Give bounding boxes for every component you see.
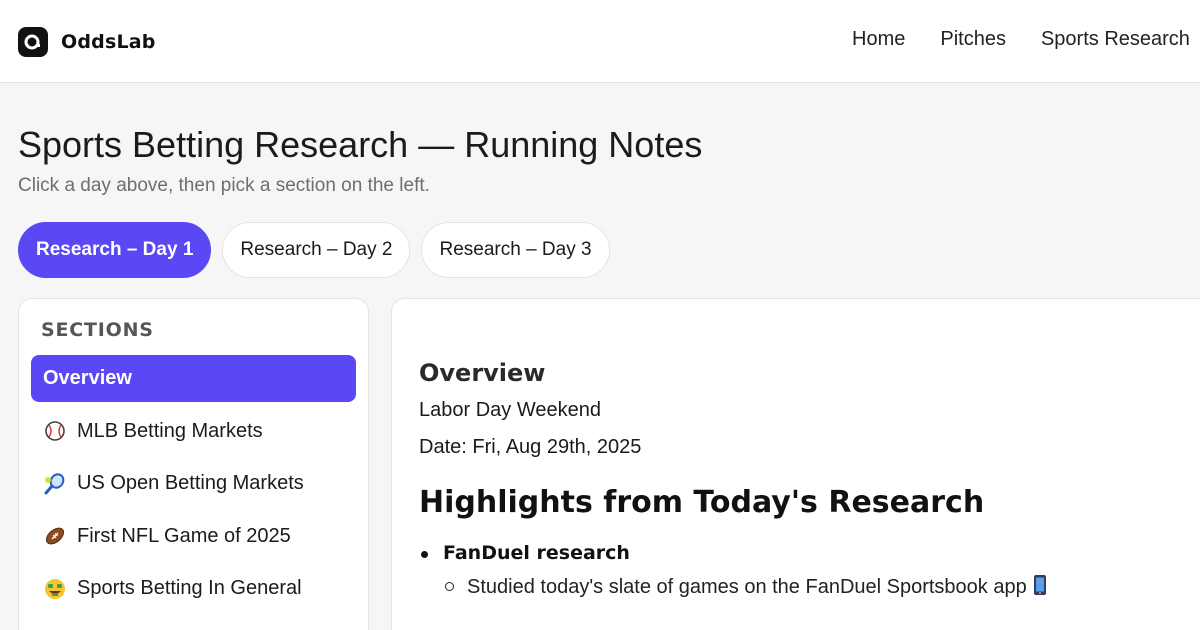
content-panel: Overview Labor Day Weekend Date: Fri, Au… [391,298,1200,630]
baseball-icon [43,419,67,443]
page-subtitle: Click a day above, then pick a section o… [18,175,430,196]
tab-research-day-3[interactable]: Research – Day 3 [421,222,610,278]
nav-link-sports-research[interactable]: Sports Research [1041,28,1190,51]
highlights-heading: Highlights from Today's Research [419,485,985,520]
sub-bullet-text: Studied today's slate of games on the Fa… [467,576,1027,598]
bullet-label: FanDuel research [443,542,630,564]
brand-name: OddsLab [61,31,156,53]
sidebar-item-mlb-betting-markets[interactable]: MLB Betting Markets [31,408,356,455]
sections-sidebar: SECTIONS Overview MLB Betting Markets US… [18,298,369,630]
sidebar-item-label: Sports Betting In General [77,577,302,599]
football-icon [43,524,67,548]
sub-list: Studied today's slate of games on the Fa… [443,574,1200,602]
sidebar-item-label: MLB Betting Markets [77,419,263,442]
tennis-racket-icon [43,472,67,496]
list-item: FanDuel research Studied today's slate o… [419,542,1200,602]
overview-line-event: Labor Day Weekend [419,399,601,421]
sidebar-item-us-open-betting-markets[interactable]: US Open Betting Markets [31,460,356,507]
sidebar-heading: SECTIONS [41,319,154,341]
sidebar-item-label: First NFL Game of 2025 [77,524,291,547]
nav-link-home[interactable]: Home [852,28,905,51]
page-title: Sports Betting Research — Running Notes [18,124,703,165]
top-navbar: OddsLab Home Pitches Sports Research [0,0,1200,83]
sidebar-item-label: US Open Betting Markets [77,472,304,494]
oddslab-logo-icon [18,27,48,57]
section-title: Overview [419,359,546,387]
tab-research-day-1[interactable]: Research – Day 1 [18,222,212,278]
main-nav: Home Pitches Sports Research [852,28,1200,51]
tab-research-day-2[interactable]: Research – Day 2 [222,222,411,278]
sidebar-item-first-nfl-game[interactable]: First NFL Game of 2025 [31,513,356,560]
sidebar-item-overview[interactable]: Overview [31,355,356,402]
day-tabs: Research – Day 1 Research – Day 2 Resear… [18,222,621,278]
mobile-phone-icon [1033,574,1047,602]
money-face-icon [43,577,67,601]
list-item: Studied today's slate of games on the Fa… [443,574,1200,602]
overview-line-date: Date: Fri, Aug 29th, 2025 [419,436,642,458]
sidebar-item-sports-betting-general[interactable]: Sports Betting In General [31,565,356,612]
sidebar-item-label: Overview [43,367,132,389]
brand[interactable]: OddsLab [18,27,156,57]
nav-link-pitches[interactable]: Pitches [940,28,1006,51]
highlights-list: FanDuel research Studied today's slate o… [419,542,1200,602]
